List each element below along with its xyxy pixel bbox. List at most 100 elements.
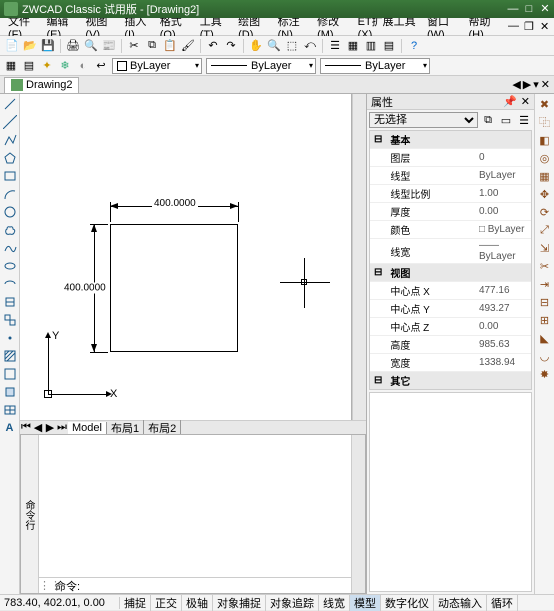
layer-off-button[interactable]: ◐ xyxy=(76,59,90,73)
block-tool[interactable] xyxy=(2,312,18,328)
properties-grid[interactable]: ⊟基本图层0线型ByLayer线型比例1.00厚度0.00颜色□ ByLayer… xyxy=(369,130,532,390)
arc-tool[interactable] xyxy=(2,186,18,202)
tab-nav-right[interactable]: ▶ xyxy=(523,78,531,91)
status-dyn[interactable]: 动态输入 xyxy=(434,595,487,611)
array-tool[interactable]: ▦ xyxy=(537,168,553,184)
doc-restore-button[interactable]: ❐ xyxy=(520,20,534,33)
pickadd-button[interactable]: ☰ xyxy=(516,112,532,128)
open-button[interactable]: 📂 xyxy=(22,38,38,54)
break-tool[interactable]: ⊟ xyxy=(537,294,553,310)
ellipse-tool[interactable] xyxy=(2,258,18,274)
region-tool[interactable] xyxy=(2,384,18,400)
props-button[interactable]: ☰ xyxy=(327,38,343,54)
polygon-tool[interactable] xyxy=(2,150,18,166)
trim-tool[interactable]: ✂ xyxy=(537,258,553,274)
command-grip-icon[interactable]: ⋮⋮ xyxy=(39,579,53,592)
insert-tool[interactable] xyxy=(2,294,18,310)
move-tool[interactable]: ✥ xyxy=(537,186,553,202)
mtext-tool[interactable]: A xyxy=(2,420,18,436)
zoom-win-button[interactable]: ⬚ xyxy=(284,38,300,54)
join-tool[interactable]: ⊞ xyxy=(537,312,553,328)
zoom-rt-button[interactable]: 🔍 xyxy=(266,38,282,54)
prop-group-basic[interactable]: ⊟基本 xyxy=(370,131,531,149)
tool-pal-button[interactable]: ▥ xyxy=(363,38,379,54)
command-vscrollbar[interactable] xyxy=(351,435,365,593)
lineweight-combo[interactable]: ByLayer xyxy=(320,58,430,74)
copy-button[interactable]: ⧉ xyxy=(144,38,160,54)
hatch-tool[interactable] xyxy=(2,348,18,364)
cut-button[interactable]: ✂ xyxy=(126,38,142,54)
layout-nav-next[interactable]: ▶ xyxy=(44,421,56,434)
status-lwt[interactable]: 线宽 xyxy=(319,595,350,611)
doc-tab-active[interactable]: Drawing2 xyxy=(4,77,79,93)
layout-nav-last[interactable]: ⏭ xyxy=(56,421,68,434)
undo-button[interactable]: ↶ xyxy=(205,38,221,54)
point-tool[interactable] xyxy=(2,330,18,346)
publish-button[interactable]: 📰 xyxy=(101,38,117,54)
prop-row[interactable]: 线型ByLayer xyxy=(370,167,531,185)
layer-states-button[interactable]: ▤ xyxy=(22,59,36,73)
calc-button[interactable]: ▤ xyxy=(381,38,397,54)
prop-row[interactable]: 中心点 Z0.00 xyxy=(370,318,531,336)
circle-tool[interactable] xyxy=(2,204,18,220)
rect-tool[interactable] xyxy=(2,168,18,184)
panel-close-button[interactable]: ✕ xyxy=(521,95,530,108)
minimize-button[interactable]: — xyxy=(506,3,520,15)
layer-prev-button[interactable]: ↩ xyxy=(94,59,108,73)
select-obj-button[interactable]: ▭ xyxy=(498,112,514,128)
explode-tool[interactable]: ✸ xyxy=(537,366,553,382)
rotate-tool[interactable]: ⟳ xyxy=(537,204,553,220)
scale-tool[interactable]: ⤢ xyxy=(537,222,553,238)
drawing-canvas[interactable]: 400.0000 400.0000 xyxy=(20,94,352,420)
tab-nav-left[interactable]: ◀ xyxy=(512,78,520,91)
save-button[interactable]: 💾 xyxy=(40,38,56,54)
prop-row[interactable]: 图层0 xyxy=(370,149,531,167)
preview-button[interactable]: 🔍 xyxy=(83,38,99,54)
status-osnap[interactable]: 对象捕捉 xyxy=(213,595,266,611)
status-ortho[interactable]: 正交 xyxy=(151,595,182,611)
table-tool[interactable] xyxy=(2,402,18,418)
redo-button[interactable]: ↷ xyxy=(223,38,239,54)
spline-tool[interactable] xyxy=(2,240,18,256)
ellipse-arc-tool[interactable] xyxy=(2,276,18,292)
tab-close[interactable]: ✕ xyxy=(541,78,550,91)
gradient-tool[interactable] xyxy=(2,366,18,382)
prop-row[interactable]: 中心点 Y493.27 xyxy=(370,300,531,318)
prop-row[interactable]: 线宽—— ByLayer xyxy=(370,239,531,264)
linetype-combo[interactable]: ByLayer xyxy=(206,58,316,74)
print-button[interactable]: 🖨 xyxy=(65,38,81,54)
layer-freeze-button[interactable]: ❄ xyxy=(58,59,72,73)
status-otrack[interactable]: 对象追踪 xyxy=(266,595,319,611)
layer-mgr-button[interactable]: ▦ xyxy=(4,59,18,73)
fillet-tool[interactable]: ◡ xyxy=(537,348,553,364)
prop-row[interactable]: 厚度0.00 xyxy=(370,203,531,221)
match-button[interactable]: 🖌 xyxy=(180,38,196,54)
offset-tool[interactable]: ◎ xyxy=(537,150,553,166)
line-tool[interactable] xyxy=(2,96,18,112)
new-button[interactable]: 📄 xyxy=(4,38,20,54)
status-snap[interactable]: 捕捉 xyxy=(120,595,151,611)
status-coords[interactable]: 783.40, 402.01, 0.00 xyxy=(0,597,120,609)
chamfer-tool[interactable]: ◣ xyxy=(537,330,553,346)
copy-tool[interactable]: ⿻ xyxy=(537,114,553,130)
selection-combo[interactable]: 无选择 xyxy=(369,112,478,128)
doc-close-button[interactable]: ✕ xyxy=(536,20,550,33)
prop-row[interactable]: 颜色□ ByLayer xyxy=(370,221,531,239)
zoom-prev-button[interactable]: ⤺ xyxy=(302,38,318,54)
paste-button[interactable]: 📋 xyxy=(162,38,178,54)
pan-button[interactable]: ✋ xyxy=(248,38,264,54)
color-combo[interactable]: ByLayer xyxy=(112,58,202,74)
layer-iso-button[interactable]: ✦ xyxy=(40,59,54,73)
prop-row[interactable]: 打开UCS图标是 xyxy=(370,390,531,391)
command-input[interactable] xyxy=(82,579,351,593)
status-model[interactable]: 模型 xyxy=(350,595,381,611)
command-history[interactable] xyxy=(39,435,351,577)
close-button[interactable]: ✕ xyxy=(538,3,552,15)
canvas-vscrollbar[interactable] xyxy=(352,94,366,420)
status-cycle[interactable]: 循环 xyxy=(487,595,518,611)
dc-button[interactable]: ▦ xyxy=(345,38,361,54)
prop-row[interactable]: 线型比例1.00 xyxy=(370,185,531,203)
panel-pin-button[interactable]: 📌 xyxy=(503,95,517,108)
prop-row[interactable]: 高度985.63 xyxy=(370,336,531,354)
tab-menu[interactable]: ▾ xyxy=(533,78,539,91)
